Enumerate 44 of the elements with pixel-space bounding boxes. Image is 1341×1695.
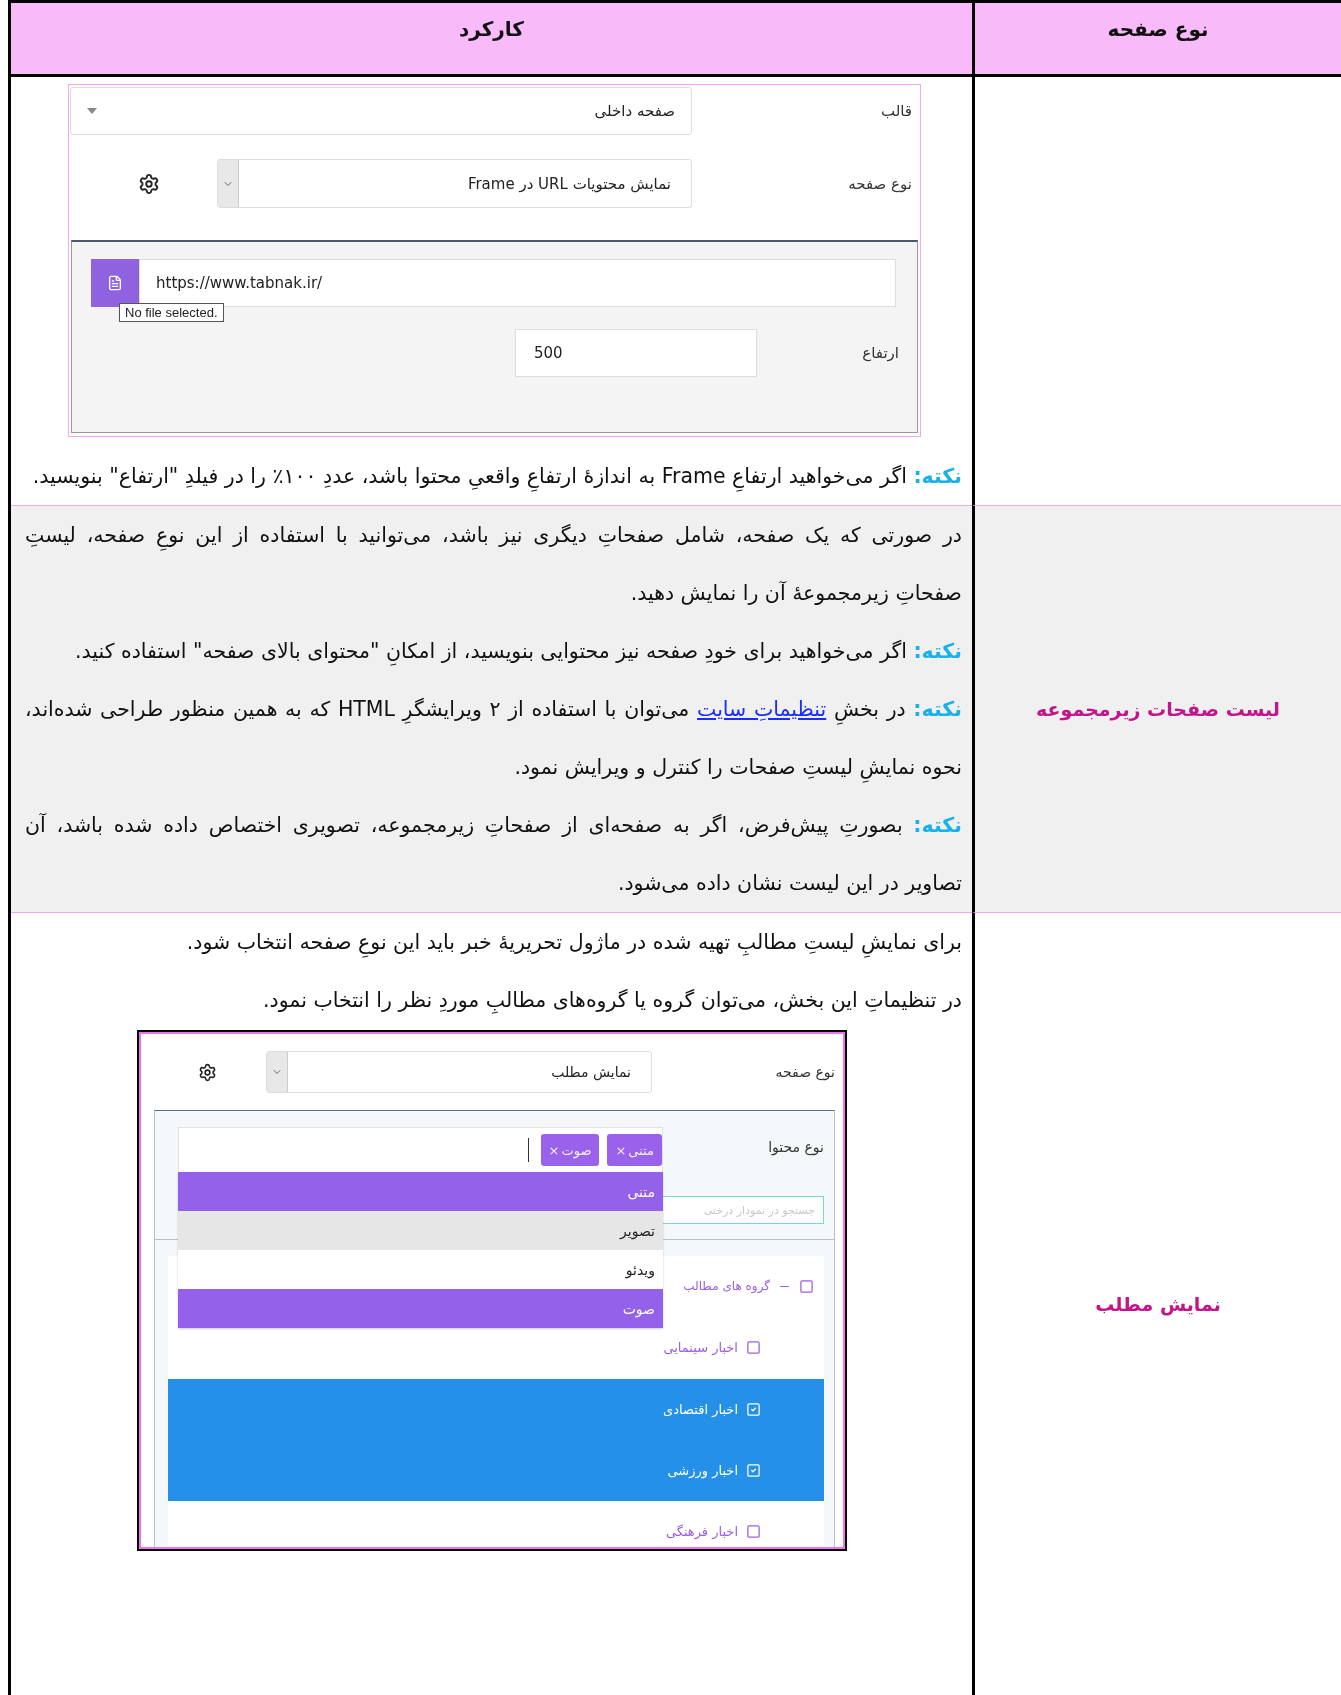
tree-item-highlight[interactable]: اخبار ورزشی — [168, 1440, 824, 1501]
height-field[interactable]: 500 — [515, 329, 757, 377]
paragraph: در صورتی که یک صفحه، شامل صفحاتِ دیگری نیز باشد، می‌توانید با استفاده از این نوعِ صفحه، لیستِ صفحاتِ زیرمجموعهٔ آن را نمایش دهید. — [24, 522, 963, 607]
note-paragraph: نکته: در بخشِ تنظیماتِ سایت می‌توان با استفاده از ۲ ویرایشگرِ HTML که به همین منظور طراحی شده‌اند، نحوه نمایشِ لیستِ صفحات را کنترل و ویرایش نمود. — [11, 680, 972, 796]
tree-item-label[interactable]: اخبار فرهنگی — [665, 1524, 738, 1539]
tree-item-label[interactable]: گروه های مطالب — [683, 1279, 770, 1293]
settings-link[interactable]: تنظیماتِ سایت — [697, 697, 827, 721]
column-header: کارکرد — [11, 3, 972, 77]
field-label: نوع محتوا — [767, 1138, 825, 1155]
dropdown-option[interactable]: صوت — [178, 1289, 663, 1328]
column-header: نوع صفحه — [972, 3, 1341, 77]
tree-item-label[interactable]: اخبار اقتصادی — [663, 1402, 738, 1417]
url-field[interactable]: https://www.tabnak.ir/ — [139, 259, 896, 307]
dropdown-option[interactable]: متنی — [178, 1172, 663, 1211]
note-paragraph: نکته: بصورتِ پیش‌فرض، اگر به صفحه‌ای از صفحاتِ زیرمجموعه، تصویری اختصاص داده شده باشد، آن تصاویر در این لیست نشان داده می‌شود. — [24, 812, 963, 897]
caret-icon — [87, 108, 97, 114]
checkbox[interactable] — [746, 1340, 761, 1355]
tree-item-highlight[interactable]: اخبار اقتصادی — [168, 1379, 824, 1440]
page-type-label: نمایش مطلب — [1095, 1293, 1221, 1315]
dropdown-option[interactable]: تصویر — [178, 1211, 663, 1250]
page-type-select[interactable]: نمایش محتویات URL در Frame — [217, 159, 692, 208]
template-select[interactable]: صفحه داخلی — [70, 87, 692, 135]
tree-item-label[interactable]: اخبار ورزشی — [667, 1463, 738, 1478]
checkbox[interactable] — [799, 1278, 814, 1294]
note-paragraph: نکته: اگر می‌خواهید برای خودِ صفحه نیز محتوایی بنویسید، از امکانِ "محتوای بالای صفحه" استفاده کنید. — [11, 622, 972, 680]
page-type-label: لیست صفحات زیرمجموعه — [1036, 698, 1280, 720]
settings-icon[interactable] — [138, 172, 160, 195]
tooltip: No file selected. — [119, 303, 224, 322]
file-icon — [107, 275, 123, 291]
field-label: ارتفاع — [861, 344, 900, 362]
field-label: نوع صفحه — [847, 174, 913, 193]
paragraph: در تنظیماتِ این بخش، می‌توان گروه یا گروه‌های مطالبِ موردِ نظر را انتخاب نمود. — [262, 987, 963, 1016]
field-label: نوع صفحه — [774, 1064, 836, 1080]
settings-icon[interactable] — [198, 1062, 217, 1082]
page-type-select[interactable]: نمایش مطلب — [266, 1051, 652, 1093]
field-label: قالب — [879, 102, 913, 120]
checkbox[interactable] — [746, 1524, 761, 1539]
dropdown-option[interactable]: ویدئو — [178, 1250, 663, 1289]
paragraph: برای نمایشِ لیستِ مطالبِ تهیه شده در ماژول تحریریهٔ خبر باید این نوعِ صفحه انتخاب شود. — [11, 913, 972, 971]
tag-chip[interactable]: متنی× — [607, 1134, 662, 1166]
tree-item-label[interactable]: اخبار سینمایی — [663, 1340, 738, 1355]
tag-chip[interactable]: صوت× — [540, 1134, 600, 1166]
file-button[interactable] — [91, 259, 139, 307]
note-paragraph: نکته: اگر می‌خواهید ارتفاعِ Frame به اندازهٔ ارتفاعِ واقعیِ محتوا باشد، عددِ ۱۰۰٪ را در فیلدِ "ارتفاع" بنویسید. — [11, 447, 972, 505]
